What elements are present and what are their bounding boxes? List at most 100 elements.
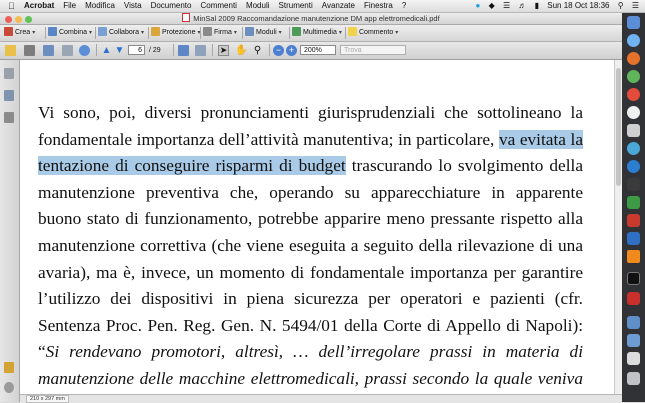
menu-items: Acrobat File Modifica Vista Documento Comment… [24, 0, 415, 12]
chrome-icon[interactable] [627, 70, 640, 83]
menu-documento[interactable]: Documento [151, 1, 192, 10]
zoom-window-button[interactable] [25, 16, 32, 23]
acrobat-icon[interactable] [627, 292, 640, 305]
zoom-in-icon[interactable]: + [286, 45, 297, 56]
chevron-down-icon: ▾ [395, 30, 399, 36]
document-view[interactable]: Vi sono, poi, diversi pronunciamenti giu… [20, 60, 614, 394]
powerpoint-icon[interactable] [627, 214, 640, 227]
menu-moduli[interactable]: Moduli [246, 1, 270, 10]
firma-label: Firma [214, 29, 232, 36]
divider [269, 44, 270, 56]
window-title-bar: MinSal 2009 Raccomandazione manutenzione… [0, 13, 622, 25]
open-folder-icon[interactable] [5, 45, 16, 56]
search-icon[interactable]: ⚲ [618, 1, 624, 10]
crea-button[interactable]: Crea ▾ [4, 25, 35, 41]
next-page-icon[interactable]: ▼ [114, 45, 125, 56]
wifi-icon[interactable]: ☰ [503, 1, 510, 10]
menu-strumenti[interactable]: Strumenti [279, 1, 313, 10]
menu-commenti[interactable]: Commenti [200, 1, 236, 10]
menu-acrobat[interactable]: Acrobat [24, 1, 54, 10]
attachments-icon[interactable] [4, 382, 14, 393]
save-icon[interactable] [62, 45, 73, 56]
photos-icon[interactable] [627, 142, 640, 155]
zoom-out-icon[interactable]: − [273, 45, 284, 56]
excel-icon[interactable] [627, 196, 640, 209]
app-store-icon[interactable] [627, 34, 640, 47]
bookmarks-icon[interactable] [4, 90, 14, 101]
print-icon[interactable] [24, 45, 35, 56]
commento-button[interactable]: Commento ▾ [348, 25, 398, 41]
close-window-button[interactable] [5, 16, 12, 23]
file-icon[interactable] [627, 352, 640, 365]
zoom-tool-icon[interactable]: ⚲ [252, 45, 263, 56]
vlc-icon[interactable] [627, 250, 640, 263]
fit-page-icon[interactable] [195, 45, 206, 56]
clock[interactable]: Sun 18 Oct 18:36 [547, 1, 609, 10]
divider [242, 27, 243, 39]
chevron-down-icon: ▾ [89, 30, 93, 36]
apple-menu-icon[interactable]:  [8, 0, 15, 12]
pages-icon[interactable] [4, 68, 14, 79]
menu-file[interactable]: File [63, 1, 76, 10]
page-total: / 29 [149, 47, 161, 54]
collabora-button[interactable]: Collabora ▾ [98, 25, 144, 41]
navigation-pane [0, 60, 20, 402]
quoted-italic-text: Si rendevano promotori, altresì, … dell’… [38, 342, 583, 388]
text-segment: trascurando lo svolgimento della manuten… [38, 156, 583, 362]
skype-icon[interactable]: ● [475, 1, 480, 10]
select-cursor-icon[interactable]: ➤ [218, 45, 229, 56]
menu-avanzate[interactable]: Avanzate [322, 1, 355, 10]
firma-button[interactable]: Firma ▾ [203, 25, 237, 41]
menu-finestra[interactable]: Finestra [364, 1, 393, 10]
multimedia-label: Multimedia [303, 29, 337, 36]
combina-label: Combina [59, 29, 88, 36]
menu-bar:  Acrobat File Modifica Vista Documento Comme… [0, 0, 645, 13]
combina-button[interactable]: Combina ▾ [48, 25, 92, 41]
page-number-input[interactable]: 6 [128, 45, 145, 55]
globe-icon[interactable] [79, 45, 90, 56]
divider [289, 27, 290, 39]
terminal-icon[interactable] [627, 272, 640, 285]
menu-modifica[interactable]: Modifica [85, 1, 115, 10]
find-field[interactable]: Trova [340, 45, 406, 55]
notification-center-icon[interactable]: ☰ [632, 1, 639, 10]
steam-icon[interactable] [627, 160, 640, 173]
fit-width-icon[interactable] [178, 45, 189, 56]
task-toolbar: Crea ▾ Combina ▾ Collabora ▾ Protezione ▾ Fi… [0, 25, 622, 42]
volume-icon[interactable]: ♬ [518, 1, 526, 10]
opera-icon[interactable] [627, 88, 640, 101]
trash-icon[interactable] [627, 372, 640, 385]
comments-icon[interactable] [4, 362, 14, 373]
hand-tool-icon[interactable]: ✋ [235, 45, 247, 56]
pdf-file-icon [182, 13, 191, 22]
documents-folder-icon[interactable] [627, 334, 640, 347]
forms-icon [245, 27, 254, 36]
zoom-level-input[interactable]: 200% [300, 45, 336, 55]
scrollbar-thumb[interactable] [616, 68, 621, 186]
finder-icon[interactable] [627, 16, 640, 29]
protezione-label: Protezione [162, 29, 196, 36]
create-icon [4, 27, 13, 36]
pen-icon [203, 27, 212, 36]
previous-page-icon[interactable]: ▲ [101, 45, 112, 56]
divider [96, 44, 97, 56]
signatures-icon[interactable] [4, 112, 14, 123]
dropbox-icon[interactable]: ◆ [489, 1, 495, 10]
downloads-folder-icon[interactable] [627, 316, 640, 329]
moduli-button[interactable]: Moduli ▾ [245, 25, 282, 41]
firefox-icon[interactable] [627, 52, 640, 65]
itunes-icon[interactable] [627, 106, 640, 119]
menu-help[interactable]: ? [402, 1, 406, 10]
battery-icon[interactable]: ▮ [535, 1, 539, 10]
multimedia-button[interactable]: Multimedia ▾ [292, 25, 342, 41]
chevron-down-icon: ▾ [233, 30, 237, 36]
menu-vista[interactable]: Vista [124, 1, 142, 10]
protezione-button[interactable]: Protezione ▾ [151, 25, 200, 41]
minimize-window-button[interactable] [15, 16, 22, 23]
word-icon[interactable] [627, 232, 640, 245]
divider [212, 44, 213, 56]
app-icon[interactable] [627, 178, 640, 191]
email-icon[interactable] [43, 45, 54, 56]
divider [45, 27, 46, 39]
preview-icon[interactable] [627, 124, 640, 137]
